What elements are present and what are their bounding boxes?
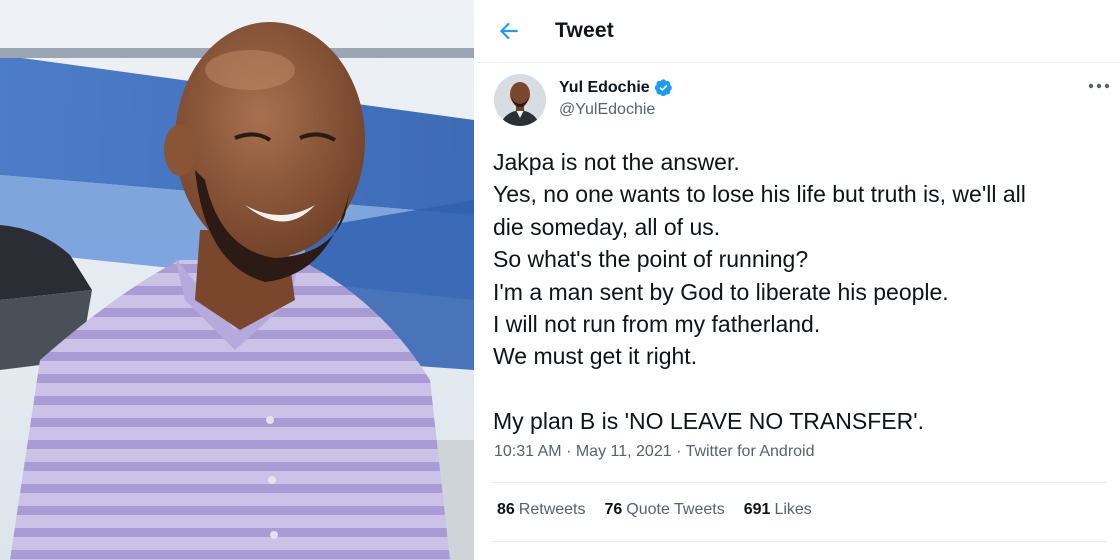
- author-name-row: Yul Edochie: [559, 78, 673, 97]
- meta-separator: ·: [676, 443, 686, 460]
- retweets-count: 86: [497, 501, 515, 518]
- tweet-line: Jakpa is not the answer.: [493, 149, 740, 175]
- tweet-stats: 86 Retweets 76 Quote Tweets 691 Likes: [497, 501, 812, 519]
- tweet-header: Tweet: [478, 0, 1120, 63]
- tweet-time[interactable]: 10:31 AM: [494, 443, 562, 460]
- quote-tweets-stat[interactable]: 76 Quote Tweets: [605, 501, 725, 519]
- meta-separator: ·: [566, 443, 576, 460]
- quote-tweets-count: 76: [604, 501, 623, 518]
- tweet-metadata: 10:31 AM · May 11, 2021 · Twitter for An…: [494, 443, 815, 461]
- tweet-line: I'm a man sent by God to liberate his pe…: [493, 278, 949, 305]
- tweet-date[interactable]: May 11, 2021: [576, 443, 672, 460]
- retweets-stat[interactable]: 86 Retweets: [497, 501, 586, 519]
- tweet-line: So what's the point of running?: [493, 246, 809, 273]
- author-handle[interactable]: @YulEdochie: [559, 101, 655, 119]
- page-title: Tweet: [555, 19, 614, 42]
- likes-label: Likes: [774, 501, 812, 518]
- verified-badge-icon: [654, 79, 672, 97]
- avatar[interactable]: [494, 74, 546, 126]
- divider: [492, 482, 1106, 483]
- quote-tweets-label: Quote Tweets: [626, 501, 725, 518]
- likes-stat[interactable]: 691 Likes: [744, 501, 812, 519]
- divider: [492, 541, 1106, 542]
- tweet-line: die someday, all of us.: [493, 213, 721, 240]
- avatar-image: [494, 74, 546, 126]
- back-arrow-icon[interactable]: [496, 18, 522, 44]
- tweet-panel: Tweet Yul Edochie @YulEdochie Jakpa is n…: [478, 0, 1120, 560]
- tweet-line: My plan B is 'NO LEAVE NO TRANSFER'.: [493, 408, 924, 435]
- tweet-line: We must get it right.: [493, 343, 698, 370]
- more-options-icon[interactable]: [1086, 78, 1112, 94]
- author-display-name[interactable]: Yul Edochie: [559, 79, 650, 97]
- tweet-line: I will not run from my fatherland.: [493, 310, 821, 337]
- tweet-source[interactable]: Twitter for Android: [686, 443, 815, 460]
- author-photo: [0, 0, 474, 560]
- author-photo-illustration: [0, 0, 474, 560]
- retweets-label: Retweets: [518, 501, 586, 518]
- tweet-text: Jakpa is not the answer. Yes, no one wan…: [493, 146, 1113, 438]
- likes-count: 691: [743, 501, 771, 518]
- tweet-line: Yes, no one wants to lose his life but t…: [493, 181, 1026, 208]
